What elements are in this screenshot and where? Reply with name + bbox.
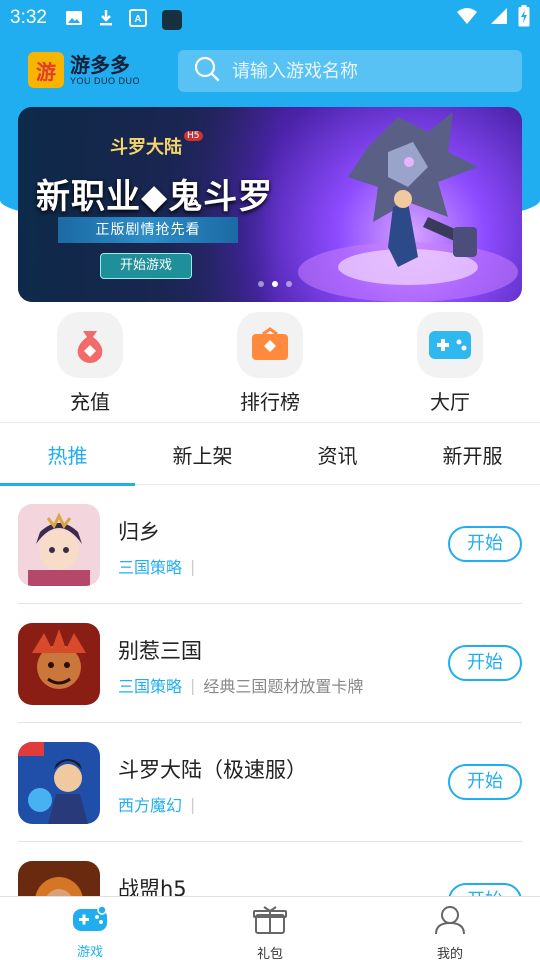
list-item[interactable]: 别惹三国 三国策略 | 经典三国题材放置卡牌 开始 (18, 605, 522, 723)
download-icon (97, 9, 115, 27)
tab-new-arrivals[interactable]: 新上架 (135, 423, 270, 485)
banner-game-title: 斗罗大陆 (110, 137, 182, 158)
meta-separator: | (190, 675, 196, 695)
game-meta: 三国策略 | (118, 554, 203, 578)
quick-entry-recharge[interactable]: 充值 (30, 312, 150, 415)
game-tag: 三国策略 (118, 558, 183, 577)
money-bag-icon (57, 312, 123, 378)
svg-text:A: A (134, 14, 141, 25)
game-title: 斗罗大陆（极速服） (118, 758, 307, 782)
status-bar: 3:32 A (0, 0, 540, 36)
banner-pagination (258, 281, 292, 287)
gift-icon (253, 905, 287, 939)
list-item[interactable]: 战盟h5 开始 (18, 843, 522, 896)
start-button[interactable]: 开始 (448, 645, 522, 681)
game-icon (18, 861, 100, 896)
nav-gifts[interactable]: 礼包 (180, 897, 360, 960)
game-meta: 西方魔幻 | (118, 792, 203, 816)
banner-ribbon: 正版剧情抢先看 (58, 217, 238, 243)
tab-news[interactable]: 资讯 (270, 423, 405, 485)
app-square-icon (161, 9, 182, 30)
bottom-navigation: 游戏 礼包 我的 (0, 896, 540, 960)
start-button[interactable]: 开始 (448, 883, 522, 896)
gamepad-icon (417, 312, 483, 378)
user-icon (434, 905, 466, 939)
game-tag: 西方魔幻 (118, 796, 183, 815)
app-logo[interactable]: 游 游多多 YOU DUO DUO (28, 52, 140, 88)
nav-label: 礼包 (256, 947, 283, 960)
banner-start-button[interactable]: 开始游戏 (100, 253, 192, 279)
gamepad-icon (72, 905, 108, 937)
quick-entries: 充值 排行榜 大厅 (0, 312, 540, 415)
search-input[interactable] (232, 60, 492, 82)
list-item[interactable]: 归乡 三国策略 | 开始 (18, 486, 522, 604)
game-tag: 三国策略 (118, 677, 183, 696)
quick-entry-lobby[interactable]: 大厅 (390, 312, 510, 415)
search-icon (194, 56, 220, 86)
nav-label: 游戏 (76, 945, 103, 960)
banner-dot-active[interactable] (272, 281, 278, 287)
start-button[interactable]: 开始 (448, 764, 522, 800)
image-icon (65, 9, 83, 27)
game-title: 归乡 (118, 520, 160, 544)
banner-dot[interactable] (286, 281, 292, 287)
battery-charging-icon (518, 5, 530, 31)
tab-new-servers[interactable]: 新开服 (405, 423, 540, 485)
game-icon (18, 623, 100, 705)
banner-dot[interactable] (258, 281, 264, 287)
quick-entry-label: 充值 (70, 390, 110, 414)
start-button[interactable]: 开始 (448, 526, 522, 562)
banner-headline: 新职业◆鬼斗罗 (36, 177, 274, 217)
game-description: 经典三国题材放置卡牌 (203, 677, 364, 696)
wifi-icon (456, 7, 478, 29)
game-meta: 三国策略 | 经典三国题材放置卡牌 (118, 673, 363, 697)
banner-h5-badge: H5 (184, 131, 203, 141)
quick-entry-ranking[interactable]: 排行榜 (210, 312, 330, 415)
status-time: 3:32 (10, 7, 47, 28)
game-icon (18, 742, 100, 824)
nav-games[interactable]: 游戏 (0, 897, 180, 960)
ranking-card-icon (237, 312, 303, 378)
promo-banner[interactable]: 斗罗大陆 H5 新职业◆鬼斗罗 正版剧情抢先看 开始游戏 (18, 107, 522, 302)
nav-label: 我的 (436, 947, 463, 960)
signal-icon (488, 7, 508, 29)
logo-english: YOU DUO DUO (70, 76, 141, 86)
top-header: 游 游多多 YOU DUO DUO (0, 48, 540, 94)
banner-character-art (298, 112, 518, 302)
nav-profile[interactable]: 我的 (360, 897, 540, 960)
quick-entry-label: 大厅 (430, 390, 470, 414)
game-title: 别惹三国 (118, 639, 202, 663)
game-title: 战盟h5 (118, 877, 187, 896)
list-item[interactable]: 斗罗大陆（极速服） 西方魔幻 | 开始 (18, 724, 522, 842)
meta-separator: | (190, 794, 196, 814)
quick-entry-label: 排行榜 (240, 390, 300, 414)
logo-name: 游多多 (70, 53, 130, 77)
meta-separator: | (190, 556, 196, 576)
tab-hot[interactable]: 热推 (0, 423, 135, 486)
a-badge-icon: A (128, 9, 147, 27)
game-icon (18, 504, 100, 586)
search-bar[interactable] (178, 50, 522, 92)
game-list: 归乡 三国策略 | 开始 别惹三国 三国策略 | 经典三国题材放置卡牌 开始 斗… (0, 486, 540, 896)
category-tabs: 热推 新上架 资讯 新开服 (0, 423, 540, 486)
logo-mark: 游 (28, 52, 64, 88)
